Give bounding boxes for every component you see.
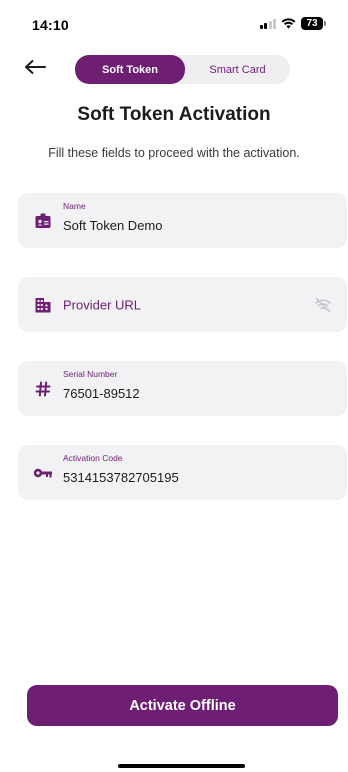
name-field-value: Soft Token Demo	[63, 218, 163, 233]
home-indicator	[118, 764, 245, 768]
building-icon	[33, 295, 53, 315]
hash-icon	[33, 379, 53, 399]
activate-offline-button[interactable]: Activate Offline	[27, 685, 338, 726]
id-badge-icon	[33, 211, 53, 231]
activation-code-value: 5314153782705195	[63, 470, 179, 485]
token-type-tabs: Soft Token Smart Card	[75, 55, 290, 84]
serial-number-label: Serial Number	[63, 369, 118, 379]
page-title: Soft Token Activation	[77, 104, 271, 125]
tab-smart-card[interactable]: Smart Card	[185, 55, 290, 84]
activation-code-label: Activation Code	[63, 453, 123, 463]
battery-level: 73	[301, 17, 323, 30]
status-bar: 14:10 73	[0, 0, 348, 48]
provider-url-field[interactable]: Provider URL	[18, 277, 347, 332]
provider-url-placeholder: Provider URL	[63, 297, 142, 312]
wifi-off-icon[interactable]	[313, 295, 333, 315]
name-field-label: Name	[63, 201, 86, 211]
back-arrow-icon	[25, 60, 46, 74]
page-subtitle: Fill these fields to proceed with the ac…	[48, 146, 300, 160]
battery-icon: 73	[301, 17, 326, 30]
activation-code-field[interactable]: Activation Code 5314153782705195	[18, 445, 347, 500]
name-field[interactable]: Name Soft Token Demo	[18, 193, 347, 248]
key-icon	[33, 463, 53, 483]
tab-soft-token[interactable]: Soft Token	[75, 55, 185, 84]
serial-number-field[interactable]: Serial Number 76501-89512	[18, 361, 347, 416]
serial-number-value: 76501-89512	[63, 386, 140, 401]
top-navigation: Soft Token Smart Card	[0, 55, 348, 85]
wifi-icon	[281, 18, 296, 29]
status-icons: 73	[259, 17, 326, 30]
status-time: 14:10	[32, 17, 69, 33]
signal-icon	[259, 18, 276, 29]
back-button[interactable]	[20, 55, 50, 79]
